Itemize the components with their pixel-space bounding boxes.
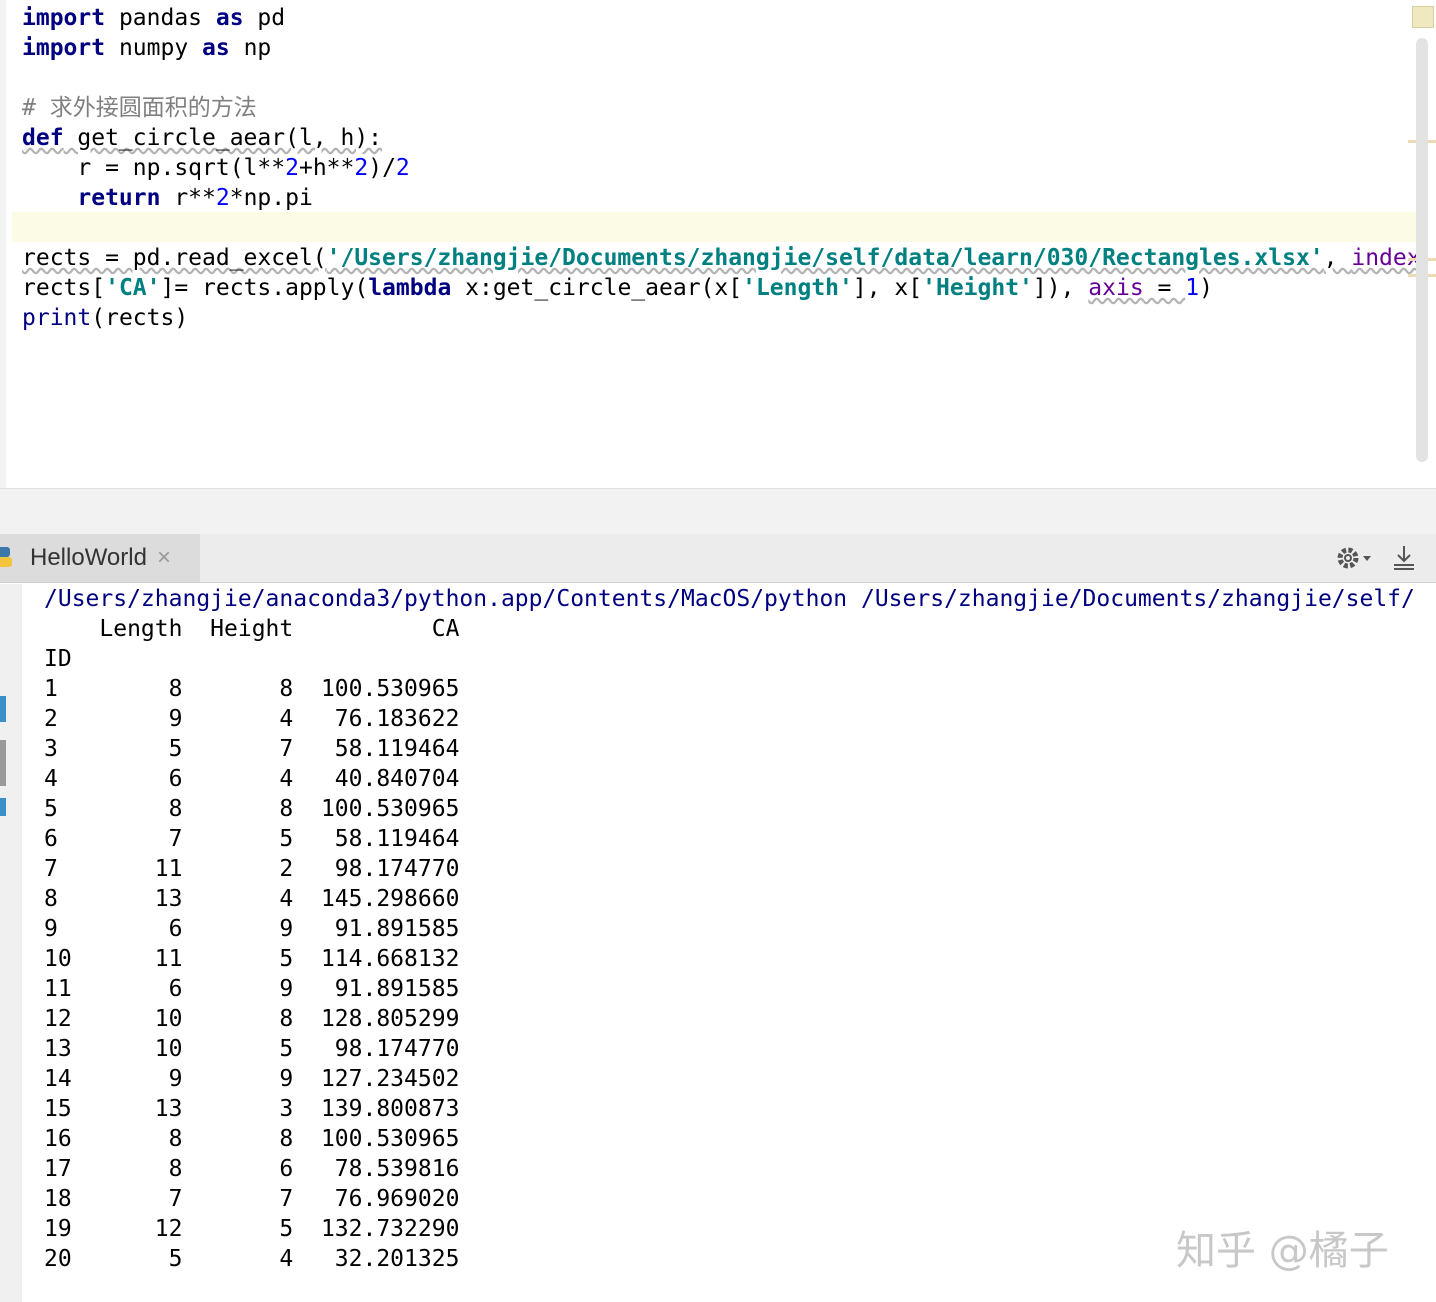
run-toolbar-strip — [0, 584, 23, 1302]
console-command-line: /Users/zhangjie/anaconda3/python.app/Con… — [44, 586, 1415, 612]
code-editor[interactable]: import pandas as pd import numpy as np #… — [0, 0, 1436, 488]
code-comment: # 求外接圆面积的方法 — [22, 95, 257, 121]
console-row: 20 5 4 32.201325 — [44, 1246, 460, 1272]
code-line-1: import pandas as pd — [22, 3, 285, 33]
code-string: 'Height' — [922, 275, 1033, 301]
code-token: ], x[ — [852, 275, 923, 301]
code-token: 2 — [395, 155, 410, 181]
code-token: lambda — [368, 275, 452, 301]
code-line-2: import numpy as np — [22, 33, 271, 63]
console-row: 6 7 5 58.119464 — [44, 826, 460, 852]
code-string: 'CA' — [105, 275, 161, 301]
console-output[interactable]: /Users/zhangjie/anaconda3/python.app/Con… — [22, 584, 1436, 1302]
console-row: 12 10 8 128.805299 — [44, 1006, 460, 1032]
code-token: = — [1143, 275, 1186, 301]
code-token: rects = pd.read_excel( — [22, 245, 327, 271]
console-index-label: ID — [44, 646, 72, 672]
code-token: rects[ — [22, 275, 106, 301]
code-token: ) — [1199, 275, 1213, 301]
code-token: *np.pi — [229, 185, 313, 211]
panel-divider[interactable] — [0, 488, 1436, 536]
code-token: import — [22, 35, 106, 61]
code-token: as — [202, 35, 230, 61]
code-token: def — [22, 125, 64, 151]
editor-scrollbar[interactable] — [1416, 38, 1428, 462]
code-token: ]= rects.apply( — [160, 275, 369, 301]
console-row: 15 13 3 139.800873 — [44, 1096, 460, 1122]
code-token: np — [229, 35, 272, 61]
run-tool-window-header: HelloWorld × — [0, 534, 1436, 583]
code-token: 2 — [285, 155, 299, 181]
code-token: , — [1323, 245, 1352, 271]
console-row: 18 7 7 76.969020 — [44, 1186, 460, 1212]
console-row: 14 9 9 127.234502 — [44, 1066, 460, 1092]
code-token: 2 — [215, 185, 230, 211]
code-line-def: def get_circle_aear(l, h): — [22, 123, 382, 153]
download-icon[interactable] — [1392, 544, 1416, 572]
console-row: 5 8 8 100.530965 — [44, 796, 460, 822]
console-row: 1 8 8 100.530965 — [44, 676, 460, 702]
tab-label: HelloWorld — [30, 544, 147, 571]
console-row: 13 10 5 98.174770 — [44, 1036, 460, 1062]
code-string: 'Length' — [742, 275, 853, 301]
code-token: 1 — [1185, 275, 1200, 301]
console-row: 3 5 7 58.119464 — [44, 736, 460, 762]
console-row: 9 6 9 91.891585 — [44, 916, 460, 942]
code-token: numpy — [105, 35, 203, 61]
toolbar-button-edge[interactable] — [0, 696, 6, 722]
code-token: get_circle_aear(l, h): — [63, 125, 383, 151]
code-token: pandas — [105, 5, 216, 31]
code-line-comment: # 求外接圆面积的方法 — [22, 93, 257, 123]
code-string: '/Users/zhangjie/Documents/zhangjie/self… — [326, 245, 1324, 271]
code-token: axis — [1088, 275, 1144, 301]
console-row: 16 8 8 100.530965 — [44, 1126, 460, 1152]
code-token: x:get_circle_aear(x[ — [451, 275, 743, 301]
tab-helloworld[interactable]: HelloWorld × — [0, 534, 200, 582]
python-icon — [0, 547, 12, 567]
gear-icon[interactable] — [1334, 544, 1374, 572]
console-row: 8 13 4 145.298660 — [44, 886, 460, 912]
console-table-header: Length Height CA — [44, 616, 460, 642]
watermark: 知乎 @橘子 — [1176, 1228, 1389, 1274]
close-icon[interactable]: × — [157, 544, 171, 572]
code-line-return: return r**2*np.pi — [22, 183, 313, 213]
code-line-print: print(rects) — [22, 303, 188, 333]
code-token: +h** — [298, 155, 355, 181]
console-row: 11 6 9 91.891585 — [44, 976, 460, 1002]
code-token: print — [22, 305, 92, 331]
code-token: (rects) — [91, 305, 189, 331]
code-line-read-excel: rects = pd.read_excel('/Users/zhangjie/D… — [22, 243, 1421, 273]
caret-line-highlight — [12, 212, 1416, 242]
console-row: 10 11 5 114.668132 — [44, 946, 460, 972]
console-row: 19 12 5 132.732290 — [44, 1216, 460, 1242]
code-token: as — [215, 5, 244, 31]
code-token: pd — [243, 5, 286, 31]
code-token: import — [22, 5, 106, 31]
console-row: 2 9 4 76.183622 — [44, 706, 460, 732]
code-token: 2 — [354, 155, 369, 181]
code-line-apply: rects['CA']= rects.apply(lambda x:get_ci… — [22, 273, 1213, 303]
toolbar-button-edge[interactable] — [0, 740, 6, 786]
console-row: 7 11 2 98.174770 — [44, 856, 460, 882]
toolbar-button-edge[interactable] — [0, 798, 6, 816]
code-token: )/ — [368, 155, 396, 181]
code-token: return — [22, 185, 161, 211]
code-token: r = np.sqrt(l** — [22, 155, 286, 181]
inspection-status-icon[interactable] — [1412, 6, 1434, 28]
code-token: ]), — [1032, 275, 1089, 301]
console-row: 17 8 6 78.539816 — [44, 1156, 460, 1182]
console-row: 4 6 4 40.840704 — [44, 766, 460, 792]
code-token: r** — [160, 185, 216, 211]
code-line-sqrt: r = np.sqrt(l**2+h**2)/2 — [22, 153, 410, 183]
